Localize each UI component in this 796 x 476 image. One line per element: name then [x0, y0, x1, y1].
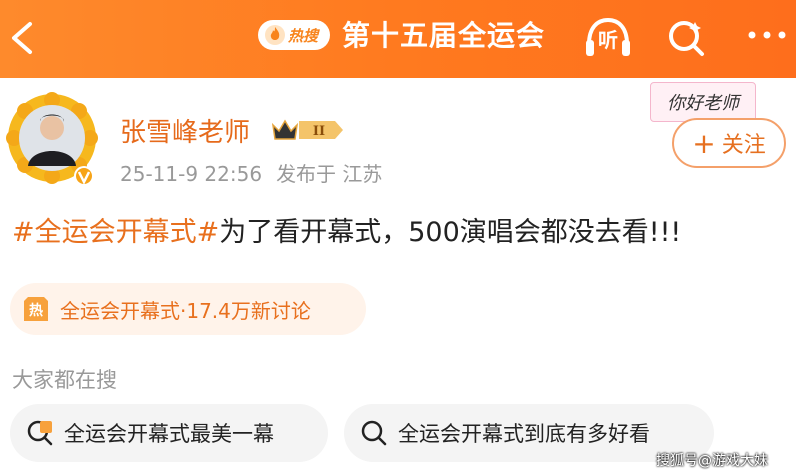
post-text: #全运会开幕式#为了看开幕式，500演唱会都没去看!!! — [12, 210, 681, 249]
search-icon[interactable] — [664, 16, 708, 60]
back-chevron-icon[interactable] — [4, 14, 44, 62]
hashtag-link[interactable]: #全运会开幕式# — [12, 217, 219, 248]
vip-level-text: II — [313, 124, 325, 139]
follow-button[interactable]: + 关注 — [672, 118, 786, 168]
more-dots-icon[interactable] — [744, 20, 790, 50]
topic-chip-label: 全运会开幕式·17.4万新讨论 — [60, 298, 311, 323]
suggestion-2-label: 全运会开幕式到底有多好看 — [398, 422, 650, 446]
sticker-badge: 你好老师 — [650, 82, 756, 122]
hot-search-icon — [27, 420, 53, 446]
listen-label: 听 — [598, 28, 618, 52]
post-meta: 25-11-9 22:56 发布于 江苏 — [120, 158, 382, 187]
listen-button[interactable]: 听 — [583, 14, 633, 60]
flame-icon — [265, 25, 285, 45]
suggestion-1[interactable]: 全运会开幕式最美一幕 — [10, 404, 328, 462]
watermark: 搜狐号@游戏大妹 — [656, 453, 768, 469]
hot-search-badge[interactable]: 热搜 — [258, 20, 330, 50]
hot-icon-text: 热 — [29, 302, 43, 319]
follow-label: 关注 — [721, 133, 766, 158]
hot-topic-icon: 热 — [24, 297, 48, 321]
search-icon — [361, 420, 387, 446]
avatar[interactable] — [6, 92, 98, 188]
post-body: 为了看开幕式，500演唱会都没去看!!! — [219, 217, 682, 248]
suggestion-1-label: 全运会开幕式最美一幕 — [64, 422, 274, 446]
vip-crown-badge: II — [271, 117, 345, 143]
hot-search-label: 热搜 — [288, 26, 319, 45]
username[interactable]: 张雪峰老师 — [120, 112, 250, 149]
topic-chip[interactable]: 热 全运会开幕式·17.4万新讨论 — [10, 283, 366, 335]
trending-section-label: 大家都在搜 — [12, 368, 117, 392]
plus-icon: + — [692, 126, 716, 160]
post-location: 发布于 江苏 — [276, 162, 383, 186]
top-nav-bar: 热搜 第十五届全运会 听 — [0, 0, 796, 78]
post-date: 25-11-9 22:56 — [120, 162, 263, 186]
page-title: 第十五届全运会 — [342, 19, 546, 52]
